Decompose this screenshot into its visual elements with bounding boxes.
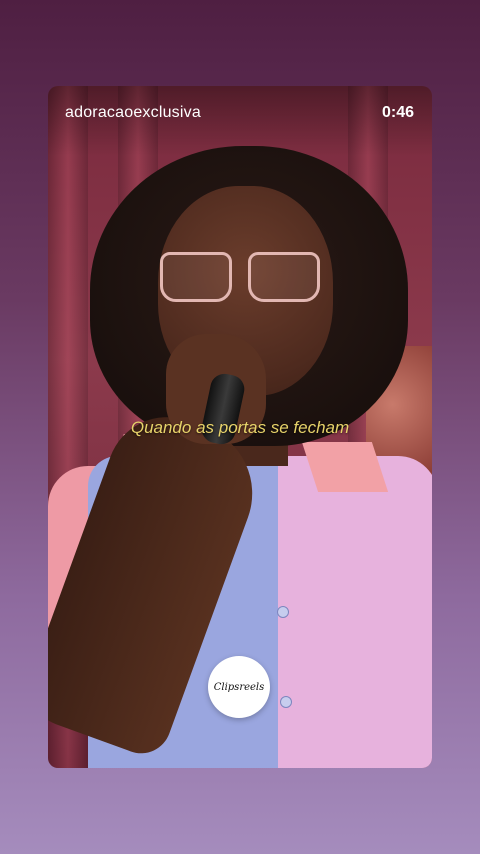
glasses-right-lens — [248, 252, 320, 302]
story-video-card[interactable]: adoracaoexclusiva 0:46 Quando as portas … — [48, 86, 432, 768]
story-username[interactable]: adoracaoexclusiva — [65, 104, 201, 122]
logo-text: Clipsreels — [213, 681, 265, 693]
shirt-button — [280, 696, 292, 708]
shirt-right-panel — [278, 456, 432, 768]
video-timer: 0:46 — [381, 104, 414, 121]
glasses-left-lens — [160, 252, 232, 302]
video-caption: Quando as portas se fecham — [130, 418, 350, 437]
shirt-button — [277, 606, 289, 618]
clipsreels-logo: Clipsreels — [208, 656, 270, 718]
